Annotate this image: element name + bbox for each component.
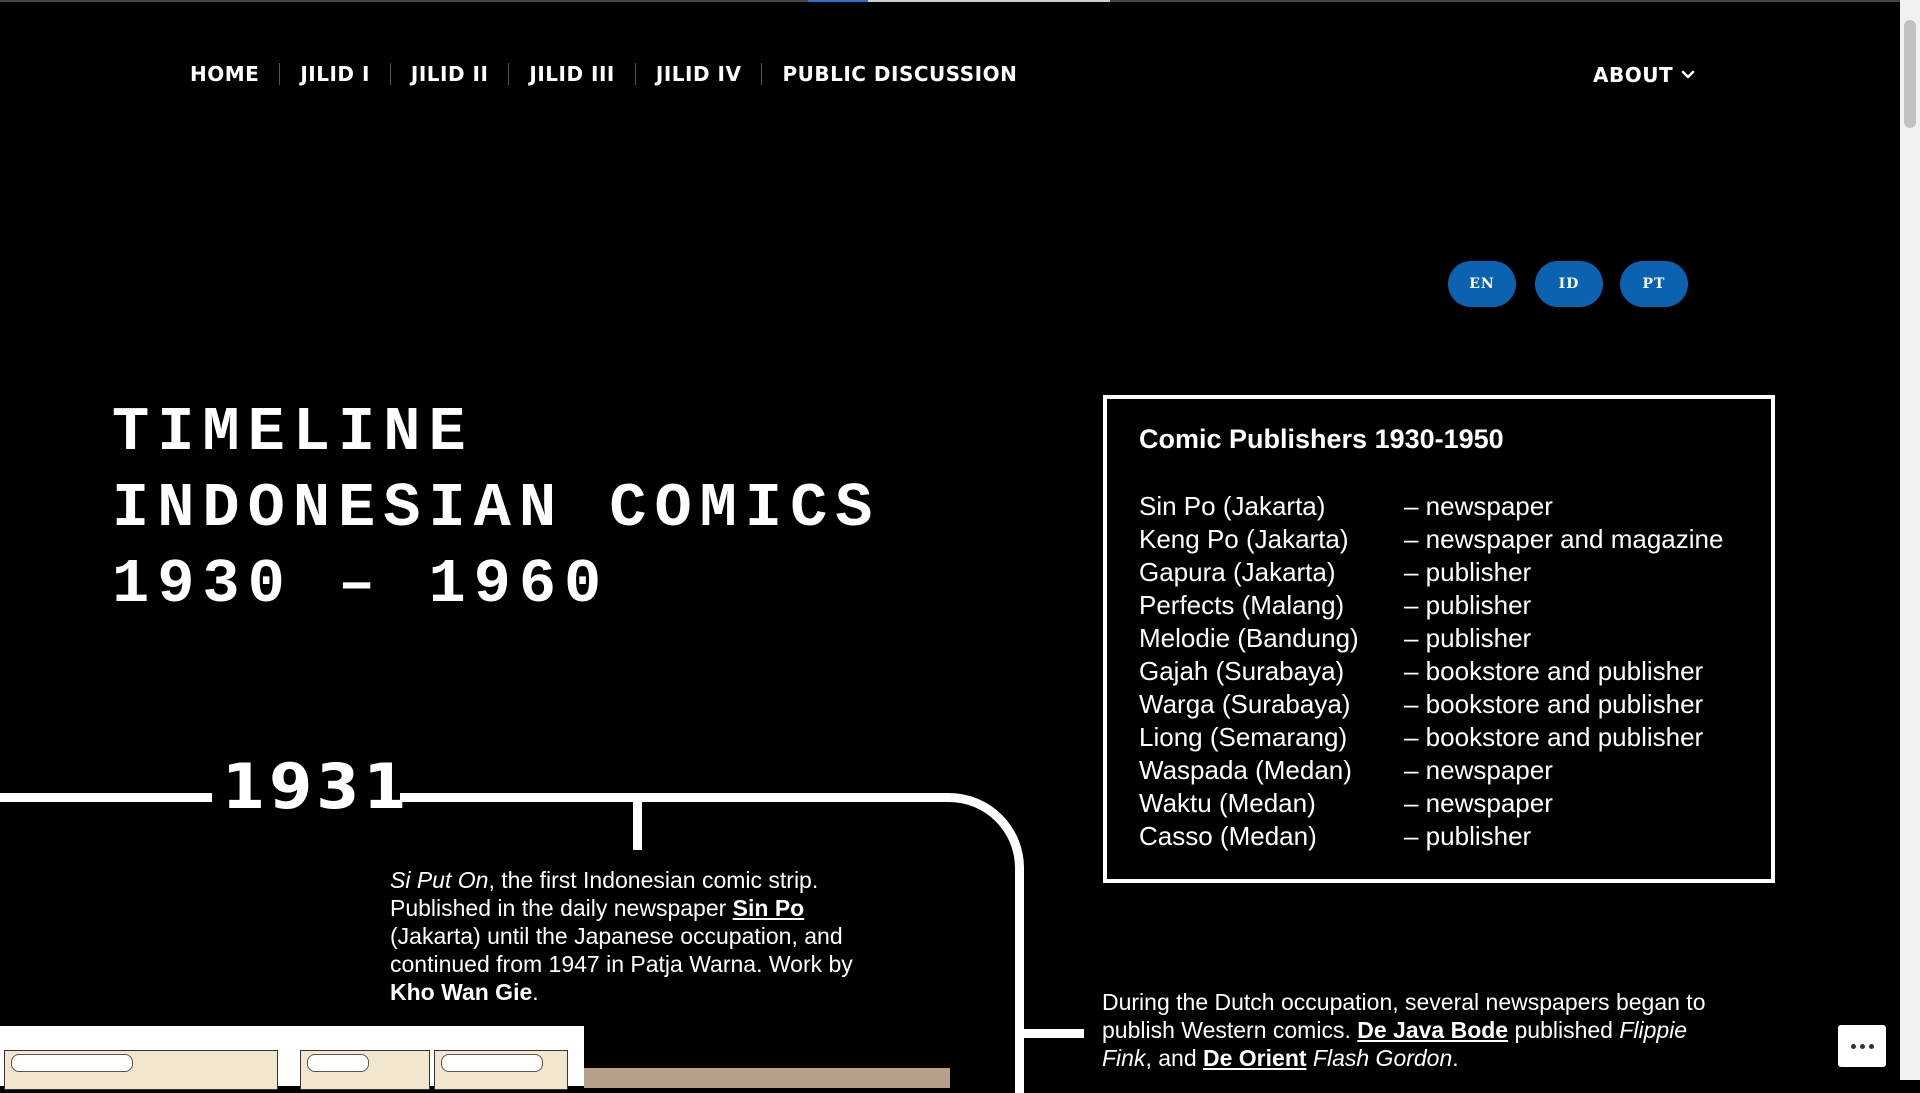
timeline-entry-dutch: During the Dutch occupation, several new… (1102, 988, 1742, 1072)
nav-divider (634, 63, 636, 85)
entry-text: published (1508, 1017, 1620, 1043)
comic-panel (300, 1050, 430, 1090)
entry-text: . (1452, 1045, 1459, 1071)
speech-bubble (11, 1054, 133, 1072)
publisher-type: – publisher (1404, 590, 1532, 620)
publisher-row: Gapura (Jakarta) – publisher (1139, 556, 1723, 589)
nav-home[interactable]: HOME (190, 62, 259, 86)
page-title-line: 1930 – 1960 (112, 549, 610, 620)
page-title-line: INDONESIAN COMICS (112, 473, 881, 544)
dot (1868, 1043, 1874, 1049)
publisher-row: Waspada (Medan) – newspaper (1139, 754, 1723, 787)
de-orient-link[interactable]: De Orient (1203, 1045, 1307, 1071)
publisher-row: Liong (Semarang) – bookstore and publishe… (1139, 721, 1723, 754)
comic-title: Si Put On (390, 867, 489, 893)
de-java-bode-link[interactable]: De Java Bode (1357, 1017, 1508, 1043)
publisher-type: – bookstore and publisher (1404, 689, 1704, 719)
chevron-down-icon (1681, 70, 1695, 79)
publisher-name: Perfects (Malang) (1139, 590, 1345, 620)
publisher-name: Keng Po (Jakarta) (1139, 524, 1349, 554)
publisher-row: Waktu (Medan) – newspaper (1139, 787, 1723, 820)
timeline-tick (633, 800, 642, 850)
publishers-box: Comic Publishers 1930-1950 Sin Po (Jakar… (1103, 395, 1775, 883)
about-menu[interactable]: ABOUT (1593, 63, 1695, 87)
publisher-type: – newspaper (1404, 755, 1553, 785)
dot (1859, 1043, 1865, 1049)
publisher-row: Melodie (Bandung) – publisher (1139, 622, 1723, 655)
main-nav: HOME JILID I JILID II JILID III JILID IV… (190, 62, 1017, 86)
top-line-accent (808, 0, 868, 2)
publisher-row: Warga (Surabaya) – bookstore and publishe… (1139, 688, 1723, 721)
nav-public-discussion[interactable]: PUBLIC DISCUSSION (782, 62, 1017, 86)
nav-jilid-3[interactable]: JILID III (529, 62, 614, 86)
publisher-name: Sin Po (Jakarta) (1139, 491, 1326, 521)
publisher-type: – newspaper (1404, 788, 1553, 818)
entry-text: (Jakarta) until the Japanese occupation,… (390, 923, 853, 977)
top-line-highlight (868, 0, 1110, 2)
nav-jilid-4[interactable]: JILID IV (656, 62, 742, 86)
publisher-type: – bookstore and publisher (1404, 722, 1704, 752)
publisher-row: Perfects (Malang) – publisher (1139, 589, 1723, 622)
publisher-row: Casso (Medan) – publisher (1139, 820, 1723, 853)
publisher-name: Gajah (Surabaya) (1139, 656, 1345, 686)
dot (1850, 1043, 1856, 1049)
comic-panel (434, 1050, 568, 1090)
publisher-type: – publisher (1404, 623, 1532, 653)
author-name: Kho Wan Gie (390, 979, 533, 1005)
nav-jilid-1[interactable]: JILID I (300, 62, 370, 86)
entry-text: , and (1145, 1045, 1203, 1071)
timeline-curve (940, 793, 1024, 1093)
scrollbar[interactable] (1900, 0, 1920, 1080)
nav-divider (508, 63, 510, 85)
publisher-row: Keng Po (Jakarta) – newspaper and magazin… (1139, 523, 1723, 556)
nav-divider (279, 63, 281, 85)
scrollbar-thumb[interactable] (1904, 20, 1916, 128)
timeline-entry-1931: Si Put On, the first Indonesian comic st… (390, 866, 880, 1006)
publisher-row: Gajah (Surabaya) – bookstore and publishe… (1139, 655, 1723, 688)
speech-bubble (307, 1054, 369, 1072)
top-progress-line (0, 0, 1900, 2)
timeline-track (400, 793, 950, 802)
entry-text: . (532, 979, 539, 1005)
publisher-row: Sin Po (Jakarta) – newspaper (1139, 490, 1723, 523)
publisher-name: Waktu (Medan) (1139, 788, 1316, 818)
photo-image (584, 1068, 950, 1088)
publisher-name: Warga (Surabaya) (1139, 689, 1351, 719)
more-options-icon[interactable] (1838, 1025, 1886, 1067)
about-label: ABOUT (1593, 63, 1674, 87)
nav-divider (761, 63, 763, 85)
publisher-name: Casso (Medan) (1139, 821, 1317, 851)
sin-po-link[interactable]: Sin Po (733, 895, 805, 921)
publisher-name: Gapura (Jakarta) (1139, 557, 1336, 587)
comic-strip-image (0, 1026, 584, 1090)
publisher-name: Liong (Semarang) (1139, 722, 1348, 752)
speech-bubble (441, 1054, 543, 1072)
publisher-type: – publisher (1404, 821, 1532, 851)
timeline-year: 1931 (222, 750, 411, 823)
publisher-name: Waspada (Medan) (1139, 755, 1352, 785)
timeline-track (0, 793, 212, 802)
publisher-type: – bookstore and publisher (1404, 656, 1704, 686)
nav-jilid-2[interactable]: JILID II (411, 62, 489, 86)
publishers-list: Sin Po (Jakarta) – newspaper Keng Po (Jak… (1139, 490, 1723, 853)
publisher-name: Melodie (Bandung) (1139, 623, 1359, 653)
comic-title: Flash Gordon (1312, 1045, 1453, 1071)
publisher-type: – publisher (1404, 557, 1532, 587)
comic-panel (4, 1050, 278, 1090)
lang-button-id[interactable]: ID (1535, 261, 1603, 307)
page-title-line: TIMELINE (112, 397, 474, 468)
nav-divider (389, 63, 391, 85)
publisher-type: – newspaper (1404, 491, 1553, 521)
lang-button-en[interactable]: EN (1448, 261, 1516, 307)
timeline-branch (1024, 1029, 1084, 1038)
page-title: TIMELINE INDONESIAN COMICS 1930 – 1960 (112, 395, 881, 623)
publisher-type: – newspaper and magazine (1404, 524, 1724, 554)
lang-button-pt[interactable]: PT (1620, 261, 1688, 307)
publishers-title: Comic Publishers 1930-1950 (1139, 424, 1504, 454)
